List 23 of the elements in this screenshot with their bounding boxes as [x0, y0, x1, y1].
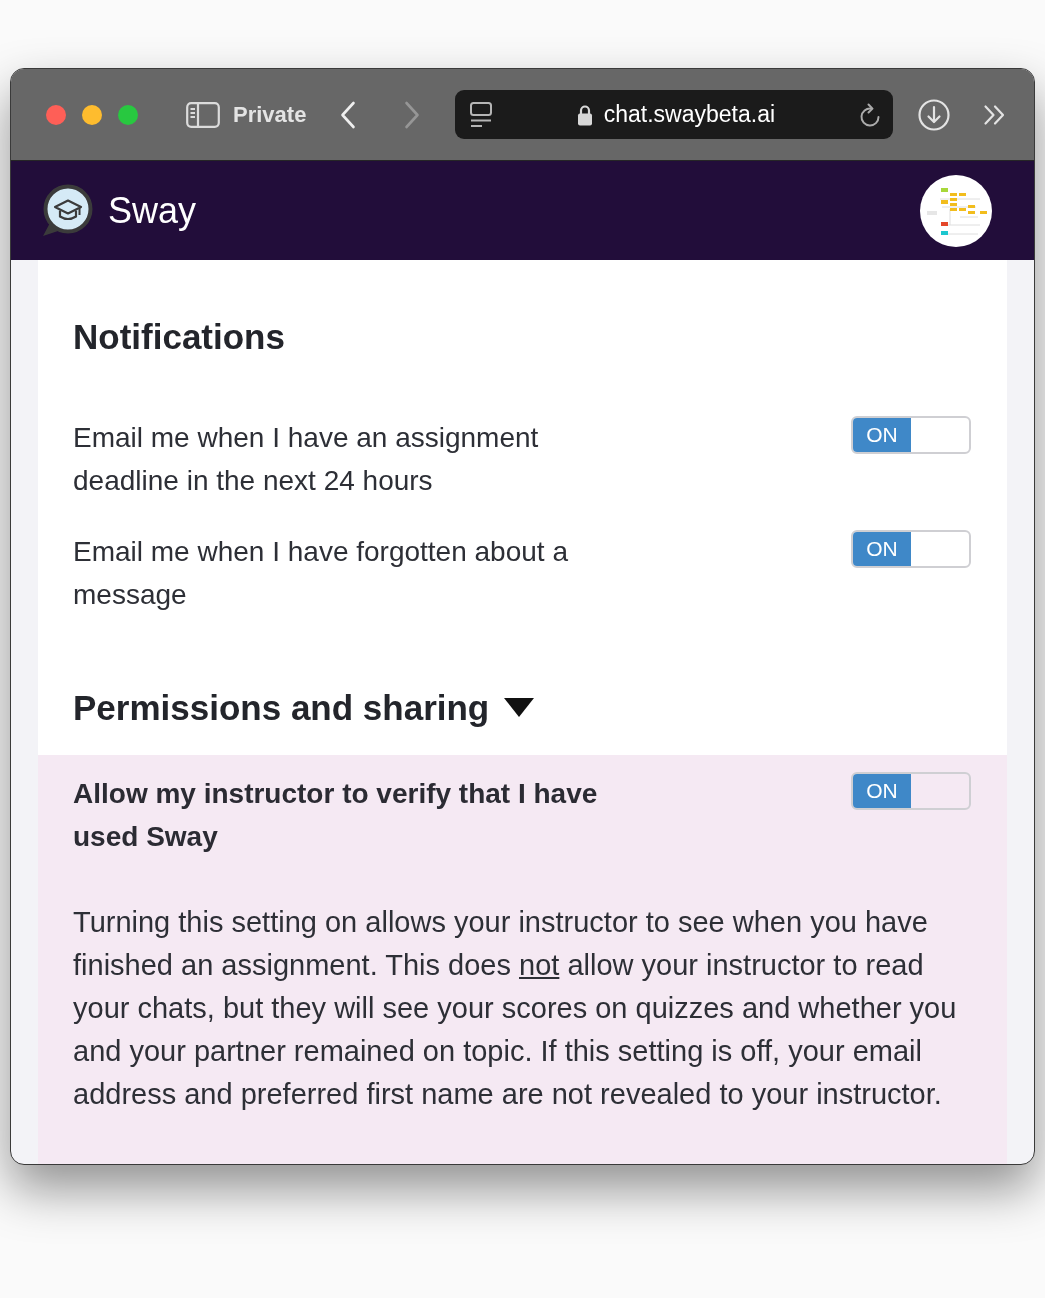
download-icon[interactable]	[918, 98, 951, 131]
setting-label: Email me when I have an assignment deadline in the next 24 hours	[73, 421, 540, 498]
app-name[interactable]: Sway	[108, 189, 197, 232]
section-heading: Permissions and sharing	[73, 687, 490, 729]
toggle-switch[interactable]: ON	[851, 416, 971, 454]
toggle-switch[interactable]: ON	[851, 772, 971, 810]
window-minimize-icon[interactable]	[82, 104, 102, 125]
setting-label: Email me when I have forgotten about a message	[73, 535, 569, 612]
back-icon[interactable]	[340, 100, 357, 129]
caret-icon[interactable]	[504, 698, 535, 718]
profile-label[interactable]: Private	[233, 101, 307, 128]
section-heading: Notifications	[73, 316, 286, 358]
address-bar[interactable]: chat.swaybeta.ai	[455, 90, 894, 139]
logo-icon[interactable]	[40, 183, 94, 238]
tab-overview-icon[interactable]	[469, 100, 494, 129]
window-maximize-icon[interactable]	[118, 104, 138, 125]
toggle-switch[interactable]: ON	[851, 530, 971, 568]
flowchart-avatar-icon[interactable]	[920, 174, 992, 247]
lock-icon	[576, 103, 593, 126]
sidebar-icon[interactable]	[186, 101, 220, 128]
setting-label: Allow my instructor to verify that I have used Sway	[73, 777, 599, 854]
permission-description: Turning this setting on allows your instructor to see when you have finished an assignment. This does not allow your instructor to read your chats, but they will see your scores on quizzes and whether you and your partner remained on topic. If this setting is off, your email address and preferred first name are not revealed to your instructor.	[73, 905, 958, 1112]
url-text: chat.swaybeta.ai	[603, 101, 776, 128]
